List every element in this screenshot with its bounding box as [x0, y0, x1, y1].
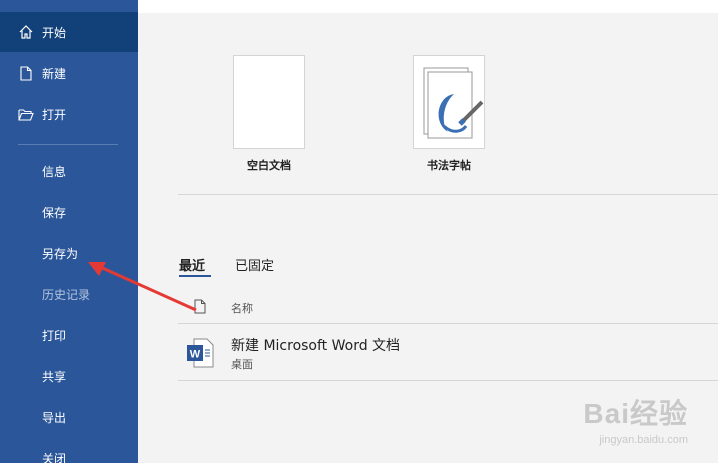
sidebar-item-new[interactable]: 新建 — [0, 53, 138, 93]
sidebar-item-label: 关闭 — [42, 451, 67, 463]
watermark-url: jingyan.baidu.com — [599, 434, 688, 446]
sidebar-item-history[interactable]: 历史记录 — [0, 274, 138, 314]
file-location: 桌面 — [231, 358, 253, 371]
sidebar-item-label: 打印 — [42, 328, 67, 343]
sidebar-item-label: 保存 — [42, 205, 67, 220]
new-document-icon — [18, 65, 34, 81]
top-strip — [138, 0, 718, 13]
word-document-icon: W — [186, 338, 214, 372]
sidebar-divider — [18, 144, 118, 145]
watermark-brand: Bai经验 — [583, 398, 688, 429]
templates-divider — [178, 194, 718, 195]
template-label: 空白文档 — [247, 159, 291, 172]
column-header-name[interactable]: 名称 — [231, 300, 253, 316]
sidebar-item-open[interactable]: 打开 — [0, 94, 138, 134]
sidebar-item-print[interactable]: 打印 — [0, 315, 138, 355]
tab-active-indicator — [179, 275, 211, 277]
sidebar-item-label: 历史记录 — [42, 287, 91, 302]
sidebar-item-label: 打开 — [42, 107, 67, 122]
file-type-column-icon — [194, 299, 206, 318]
sidebar-item-close[interactable]: 关闭 — [0, 438, 138, 463]
tab-pinned[interactable]: 已固定 — [235, 255, 274, 274]
backstage-sidebar: 开始 新建 打开 信息 保存 另存为 历史记录 打印 共享 导出 关闭 — [0, 0, 138, 463]
sidebar-item-label: 开始 — [42, 25, 67, 40]
recent-file-row[interactable]: W 新建 Microsoft Word 文档 桌面 — [178, 326, 718, 378]
calligraphy-thumbnail-icon — [423, 67, 484, 139]
header-divider — [178, 323, 718, 324]
sidebar-item-label: 导出 — [42, 410, 67, 425]
sidebar-item-save-as[interactable]: 另存为 — [0, 233, 138, 273]
sidebar-item-info[interactable]: 信息 — [0, 151, 138, 191]
sidebar-item-share[interactable]: 共享 — [0, 356, 138, 396]
template-label: 书法字帖 — [427, 159, 471, 172]
svg-text:W: W — [190, 349, 201, 361]
template-blank-document[interactable] — [233, 55, 305, 149]
home-icon — [18, 24, 34, 40]
baidu-watermark: Bai经验 jingyan.baidu.com — [583, 392, 688, 446]
file-name: 新建 Microsoft Word 文档 — [231, 338, 401, 354]
row-divider — [178, 380, 718, 381]
sidebar-item-label: 信息 — [42, 164, 67, 179]
sidebar-item-export[interactable]: 导出 — [0, 397, 138, 437]
sidebar-item-label: 新建 — [42, 66, 67, 81]
sidebar-item-label: 共享 — [42, 369, 67, 384]
sidebar-item-label: 另存为 — [42, 246, 79, 261]
sidebar-item-home[interactable]: 开始 — [0, 12, 138, 52]
folder-open-icon — [18, 106, 34, 122]
tab-recent[interactable]: 最近 — [179, 255, 205, 274]
sidebar-item-save[interactable]: 保存 — [0, 192, 138, 232]
template-calligraphy[interactable] — [413, 55, 485, 149]
